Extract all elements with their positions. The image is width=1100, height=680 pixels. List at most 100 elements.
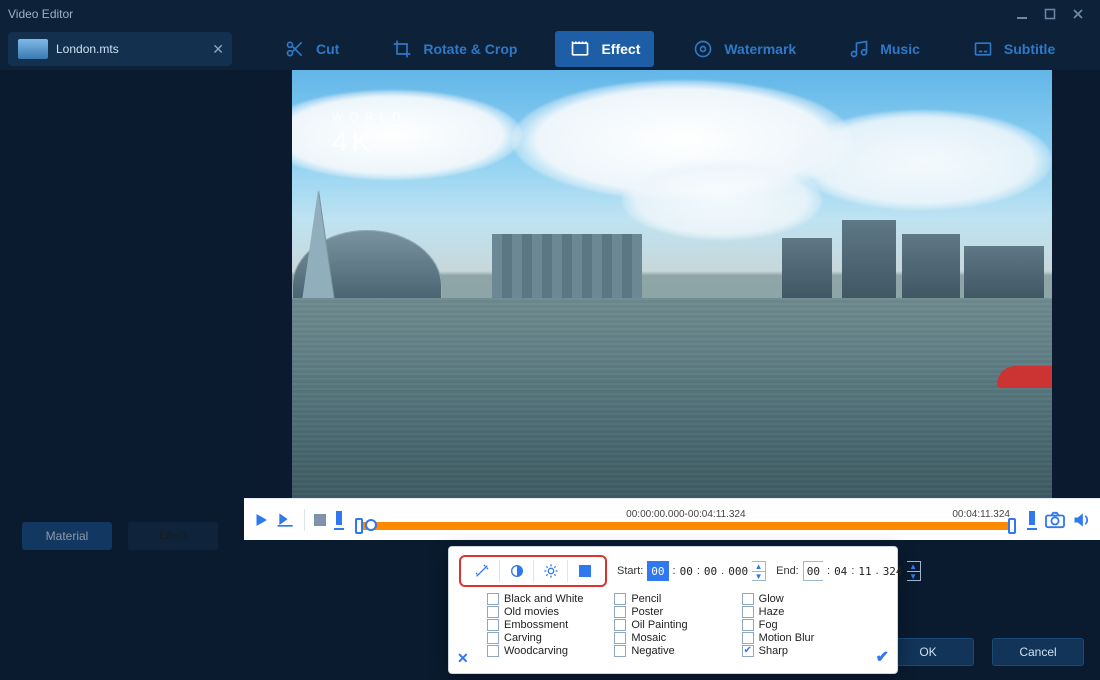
popover-cancel-icon[interactable]: ✕: [457, 650, 469, 667]
checkbox-icon[interactable]: [614, 645, 626, 657]
checkbox-icon[interactable]: [614, 619, 626, 631]
effect-option-label: Sharp: [759, 645, 788, 657]
effect-option-label: Woodcarving: [504, 645, 568, 657]
cancel-button[interactable]: Cancel: [992, 638, 1084, 666]
stage-outer: WORLD 4K: [244, 70, 1100, 498]
effect-option[interactable]: Poster: [614, 606, 731, 618]
effect-option[interactable]: Fog: [742, 619, 859, 631]
effect-option[interactable]: Pencil: [614, 593, 731, 605]
effect-option[interactable]: Sharp: [742, 645, 859, 657]
end-ss[interactable]: 11: [858, 561, 871, 581]
end-hh[interactable]: 00: [803, 561, 823, 581]
preview-watermark: WORLD 4K: [332, 110, 407, 158]
playhead[interactable]: [365, 519, 377, 531]
checkbox-icon[interactable]: [614, 593, 626, 605]
end-ms[interactable]: 324: [883, 561, 903, 581]
effect-option[interactable]: Old movies: [487, 606, 604, 618]
checkbox-icon[interactable]: [742, 619, 754, 631]
ok-label: OK: [919, 645, 936, 659]
tool-cut-label: Cut: [316, 41, 339, 57]
close-window-button[interactable]: [1064, 4, 1092, 24]
tool-subtitle[interactable]: Subtitle: [958, 31, 1069, 67]
sidebar-tab-effect[interactable]: Effect: [128, 522, 218, 550]
effect-option[interactable]: Carving: [487, 632, 604, 644]
mode-wand-icon[interactable]: [465, 560, 499, 582]
mark-out-button[interactable]: [1026, 510, 1038, 530]
minimize-button[interactable]: [1008, 4, 1036, 24]
toolstrip: Cut Rotate & Crop Effect Watermark Music…: [240, 28, 1100, 70]
tool-cut[interactable]: Cut: [270, 31, 353, 67]
start-spinner[interactable]: ▲▼: [752, 561, 766, 581]
effect-option[interactable]: Woodcarving: [487, 645, 604, 657]
tool-rotate-crop[interactable]: Rotate & Crop: [377, 31, 531, 67]
snapshot-button[interactable]: [1044, 511, 1066, 529]
checkbox-icon[interactable]: [487, 619, 499, 631]
end-time-field[interactable]: End: 00 :04 :11 .324 ▲▼: [776, 561, 920, 581]
stop-button[interactable]: [313, 513, 327, 527]
checkbox-icon[interactable]: [614, 606, 626, 618]
start-hh[interactable]: 00: [647, 561, 668, 581]
trim-start-handle[interactable]: [355, 518, 363, 534]
mode-contrast-icon[interactable]: [499, 560, 533, 582]
checkbox-icon[interactable]: [742, 606, 754, 618]
checkbox-icon[interactable]: [742, 632, 754, 644]
file-chip[interactable]: London.mts ✕: [8, 32, 232, 66]
start-ss[interactable]: 00: [704, 561, 717, 581]
file-name: London.mts: [56, 42, 119, 56]
checkbox-icon[interactable]: [742, 645, 754, 657]
effect-option[interactable]: Motion Blur: [742, 632, 859, 644]
start-label: Start:: [617, 565, 643, 577]
checkbox-icon[interactable]: [487, 593, 499, 605]
effect-option-label: Pencil: [631, 593, 661, 605]
timeline[interactable]: 00:00:00.000 00:00:00.000-00:04:11.324 0…: [351, 499, 1020, 540]
checkbox-icon[interactable]: [614, 632, 626, 644]
start-ms[interactable]: 000: [728, 561, 748, 581]
popover-confirm-icon[interactable]: ✔: [876, 647, 889, 667]
effect-option[interactable]: Black and White: [487, 593, 604, 605]
sidebar: Material Effect: [0, 70, 244, 680]
effect-option-label: Fog: [759, 619, 778, 631]
titlebar: Video Editor: [0, 0, 1100, 28]
checkbox-icon[interactable]: [487, 632, 499, 644]
checkbox-icon[interactable]: [487, 606, 499, 618]
effect-option[interactable]: Negative: [614, 645, 731, 657]
preview-watermark-big: 4K: [332, 126, 374, 158]
effect-option[interactable]: Oil Painting: [614, 619, 731, 631]
end-mm[interactable]: 04: [834, 561, 847, 581]
effect-option-label: Haze: [759, 606, 785, 618]
file-close-icon[interactable]: ✕: [212, 41, 224, 58]
volume-button[interactable]: [1072, 511, 1092, 529]
time-center: 00:00:00.000-00:04:11.324: [626, 509, 745, 520]
checkbox-icon[interactable]: [742, 593, 754, 605]
time-right: 00:04:11.324: [952, 509, 1010, 520]
effects-grid: Black and White Pencil Glow Old movies Poste…: [459, 593, 887, 657]
effect-option[interactable]: Mosaic: [614, 632, 731, 644]
trim-end-handle[interactable]: [1008, 518, 1016, 534]
effect-option-label: Glow: [759, 593, 784, 605]
effect-option[interactable]: Glow: [742, 593, 859, 605]
mark-in-button[interactable]: [333, 510, 345, 530]
timeline-track[interactable]: [357, 522, 1014, 530]
effect-option-label: Motion Blur: [759, 632, 815, 644]
sidebar-tab-material[interactable]: Material: [22, 522, 112, 550]
tool-music[interactable]: Music: [834, 31, 934, 67]
mode-brightness-icon[interactable]: [533, 560, 567, 582]
tool-rotate-label: Rotate & Crop: [423, 41, 517, 57]
video-preview[interactable]: WORLD 4K: [292, 70, 1052, 498]
tool-effect[interactable]: Effect: [555, 31, 654, 67]
start-mm[interactable]: 00: [680, 561, 693, 581]
tool-watermark[interactable]: Watermark: [678, 31, 810, 67]
effect-option[interactable]: Haze: [742, 606, 859, 618]
effect-icon: [569, 38, 591, 60]
effect-option-label: Oil Painting: [631, 619, 687, 631]
play-range-button[interactable]: [276, 511, 296, 529]
effect-option[interactable]: Embossment: [487, 619, 604, 631]
play-button[interactable]: [252, 511, 270, 529]
end-spinner[interactable]: ▲▼: [907, 561, 921, 581]
mode-color-icon[interactable]: [567, 560, 601, 582]
effect-option-label: Carving: [504, 632, 542, 644]
start-time-field[interactable]: Start: 00 :00 :00 .000 ▲▼: [617, 561, 766, 581]
maximize-button[interactable]: [1036, 4, 1064, 24]
tool-music-label: Music: [880, 41, 920, 57]
checkbox-icon[interactable]: [487, 645, 499, 657]
